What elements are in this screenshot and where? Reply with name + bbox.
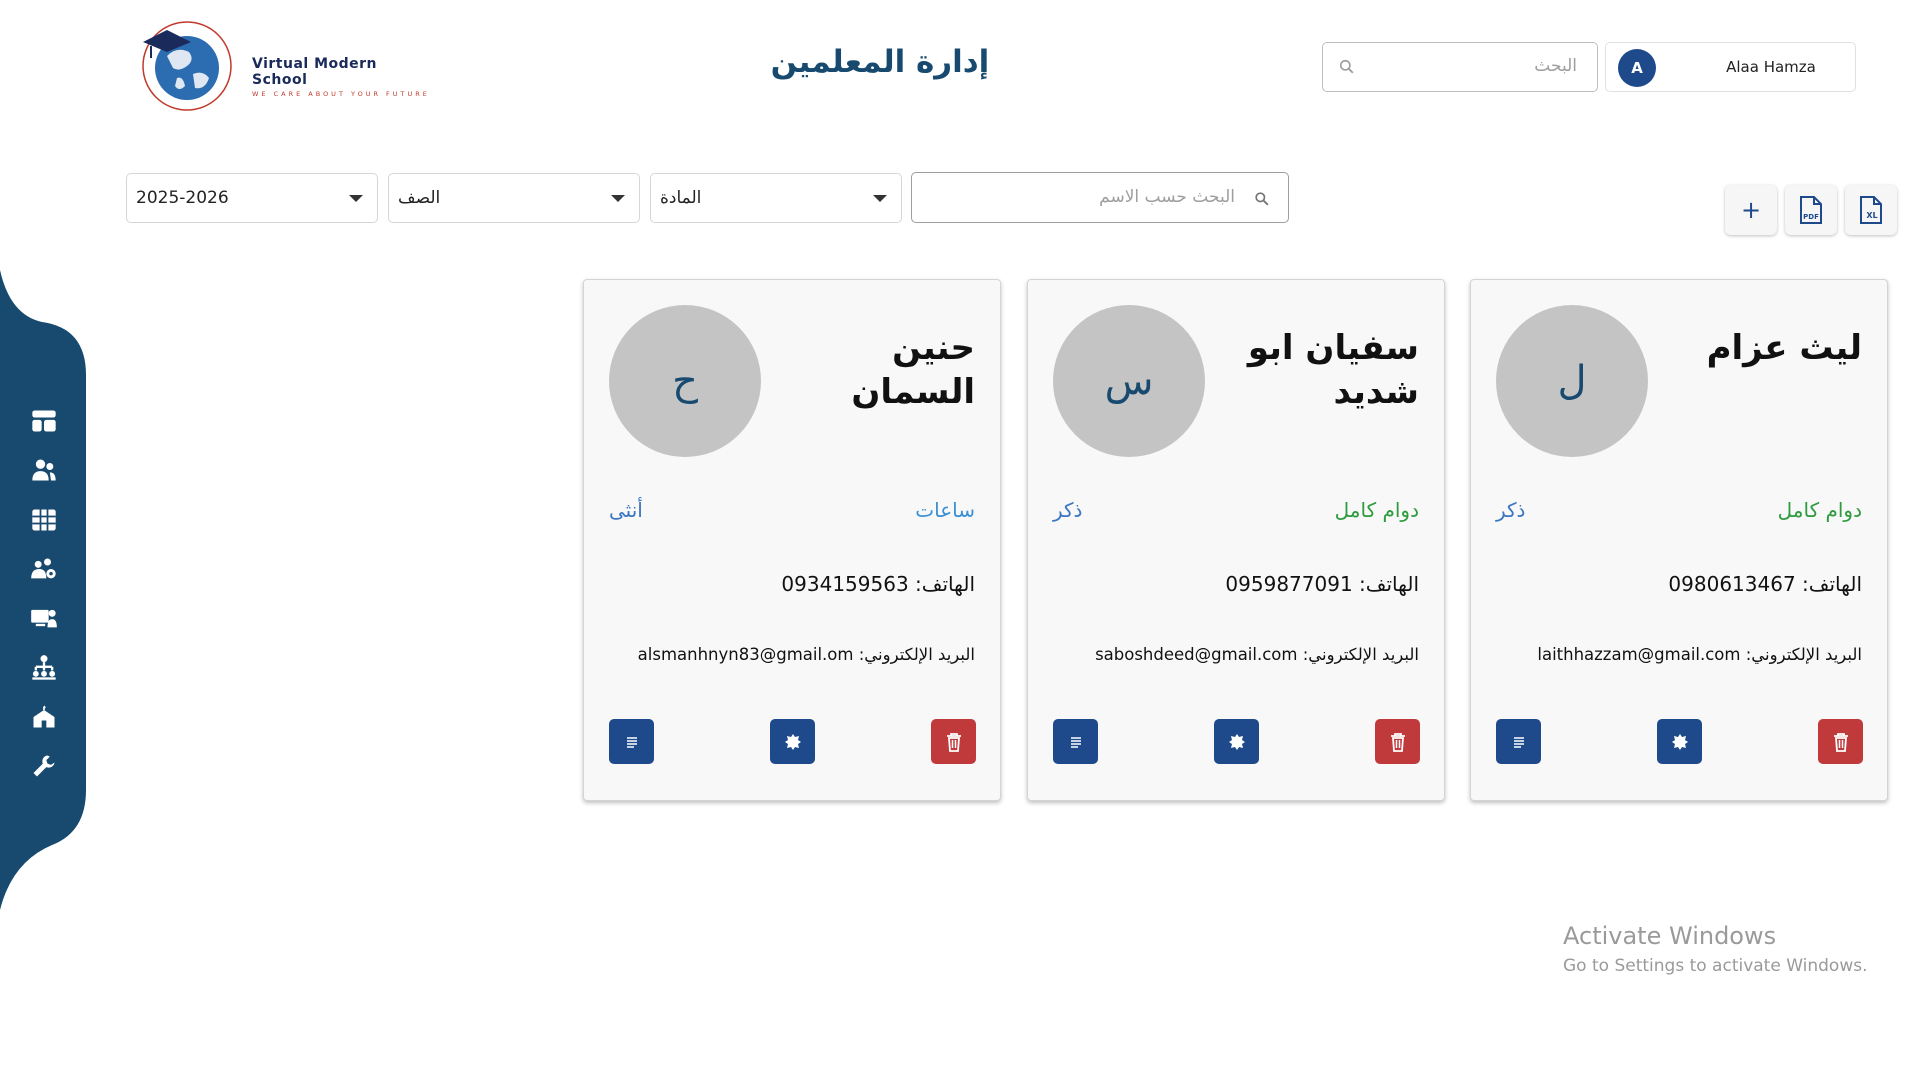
sidebar-item-hierarchy[interactable]: [30, 654, 58, 682]
badge-icon: [1671, 733, 1688, 750]
search-icon: [1339, 59, 1354, 74]
details-button[interactable]: [1053, 719, 1098, 764]
teacher-avatar: س: [1053, 305, 1205, 457]
name-search-placeholder: البحث حسب الاسم: [1099, 187, 1235, 207]
export-pdf-button[interactable]: PDF: [1785, 185, 1837, 235]
trash-icon: [1833, 732, 1848, 752]
badge-icon: [1228, 733, 1245, 750]
teacher-avatar: ل: [1496, 305, 1648, 457]
teacher-phone: الهاتف: 0959877091: [1225, 572, 1419, 596]
excel-label: XL: [1866, 211, 1877, 220]
user-name: Alaa Hamza: [1726, 58, 1816, 76]
teacher-card: ل ليث عزام دوام كامل ذكر الهاتف: 0980613…: [1470, 279, 1888, 801]
subject-select-value: المادة: [660, 188, 702, 208]
chevron-down-icon: [611, 195, 625, 202]
trash-icon: [946, 732, 961, 752]
excel-file-icon: XL: [1860, 196, 1882, 224]
export-excel-button[interactable]: XL: [1845, 185, 1897, 235]
class-select[interactable]: الصف: [388, 173, 640, 223]
class-select-value: الصف: [398, 188, 441, 208]
edit-button[interactable]: [1214, 719, 1259, 764]
teacher-name: ليث عزام: [1706, 328, 1862, 368]
logo-globe-icon: [142, 21, 232, 111]
user-menu[interactable]: A Alaa Hamza: [1605, 42, 1856, 92]
list-icon: [1513, 736, 1524, 748]
employment-type: ساعات: [915, 498, 975, 522]
year-select[interactable]: 2025-2026: [126, 173, 378, 223]
pdf-label: PDF: [1803, 213, 1819, 221]
edit-button[interactable]: [770, 719, 815, 764]
teacher-gender: ذكر: [1496, 498, 1526, 522]
windows-activation-watermark: Activate Windows Go to Settings to activ…: [1563, 922, 1868, 976]
delete-button[interactable]: [931, 719, 976, 764]
list-icon: [1070, 736, 1081, 748]
chevron-down-icon: [349, 195, 363, 202]
logo-tagline: WE CARE ABOUT YOUR FUTURE: [252, 90, 430, 98]
teacher-phone: الهاتف: 0980613467: [1668, 572, 1862, 596]
avatar: A: [1618, 49, 1656, 87]
delete-button[interactable]: [1818, 719, 1863, 764]
sidebar-item-groups[interactable]: [30, 555, 58, 583]
plus-icon: +: [1740, 196, 1762, 224]
watermark-title: Activate Windows: [1563, 922, 1777, 950]
logo-name: Virtual Modern School: [252, 56, 378, 88]
edit-button[interactable]: [1657, 719, 1702, 764]
subject-select[interactable]: المادة: [650, 173, 902, 223]
teacher-name: حنين السمان: [851, 328, 975, 412]
page-title: إدارة المعلمين: [770, 44, 990, 80]
sidebar: [0, 270, 88, 910]
search-placeholder: البحث: [1534, 56, 1577, 76]
sidebar-item-school[interactable]: [30, 703, 58, 731]
badge-icon: [784, 733, 801, 750]
teacher-email: البريد الإلكتروني: alsmanhnyn83@gmail.om: [637, 645, 975, 664]
chevron-down-icon: [873, 195, 887, 202]
sidebar-item-classroom[interactable]: [30, 604, 58, 632]
sidebar-item-settings[interactable]: [30, 752, 58, 780]
employment-type: دوام كامل: [1777, 498, 1862, 522]
teacher-gender: ذكر: [1053, 498, 1083, 522]
teacher-email: البريد الإلكتروني: laithhazzam@gmail.com: [1537, 645, 1862, 664]
details-button[interactable]: [609, 719, 654, 764]
sidebar-item-table[interactable]: [30, 506, 58, 534]
global-search-input[interactable]: البحث: [1322, 42, 1598, 92]
add-teacher-button[interactable]: +: [1725, 185, 1777, 235]
trash-icon: [1390, 732, 1405, 752]
employment-type: دوام كامل: [1334, 498, 1419, 522]
details-button[interactable]: [1496, 719, 1541, 764]
watermark-subtitle: Go to Settings to activate Windows.: [1563, 956, 1868, 976]
teacher-avatar: ح: [609, 305, 761, 457]
teacher-name: سفيان ابو شديد: [1247, 328, 1419, 412]
list-icon: [626, 736, 637, 748]
delete-button[interactable]: [1375, 719, 1420, 764]
teacher-card: ح حنين السمان ساعات أنثى الهاتف: 0934159…: [583, 279, 1001, 801]
teacher-phone: الهاتف: 0934159563: [781, 572, 975, 596]
school-logo: Virtual Modern School WE CARE ABOUT YOUR…: [137, 16, 437, 116]
year-select-value: 2025-2026: [136, 188, 229, 208]
teacher-email: البريد الإلكتروني: saboshdeed@gmail.com: [1095, 645, 1419, 664]
search-icon: [1255, 192, 1269, 206]
teacher-gender: أنثى: [609, 498, 643, 522]
sidebar-item-dashboard[interactable]: [30, 407, 58, 435]
sidebar-shape: [0, 270, 86, 910]
sidebar-item-users[interactable]: [30, 456, 58, 484]
teacher-card: س سفيان ابو شديد دوام كامل ذكر الهاتف: 0…: [1027, 279, 1445, 801]
name-search-input[interactable]: البحث حسب الاسم: [911, 172, 1289, 223]
pdf-file-icon: PDF: [1800, 196, 1822, 224]
